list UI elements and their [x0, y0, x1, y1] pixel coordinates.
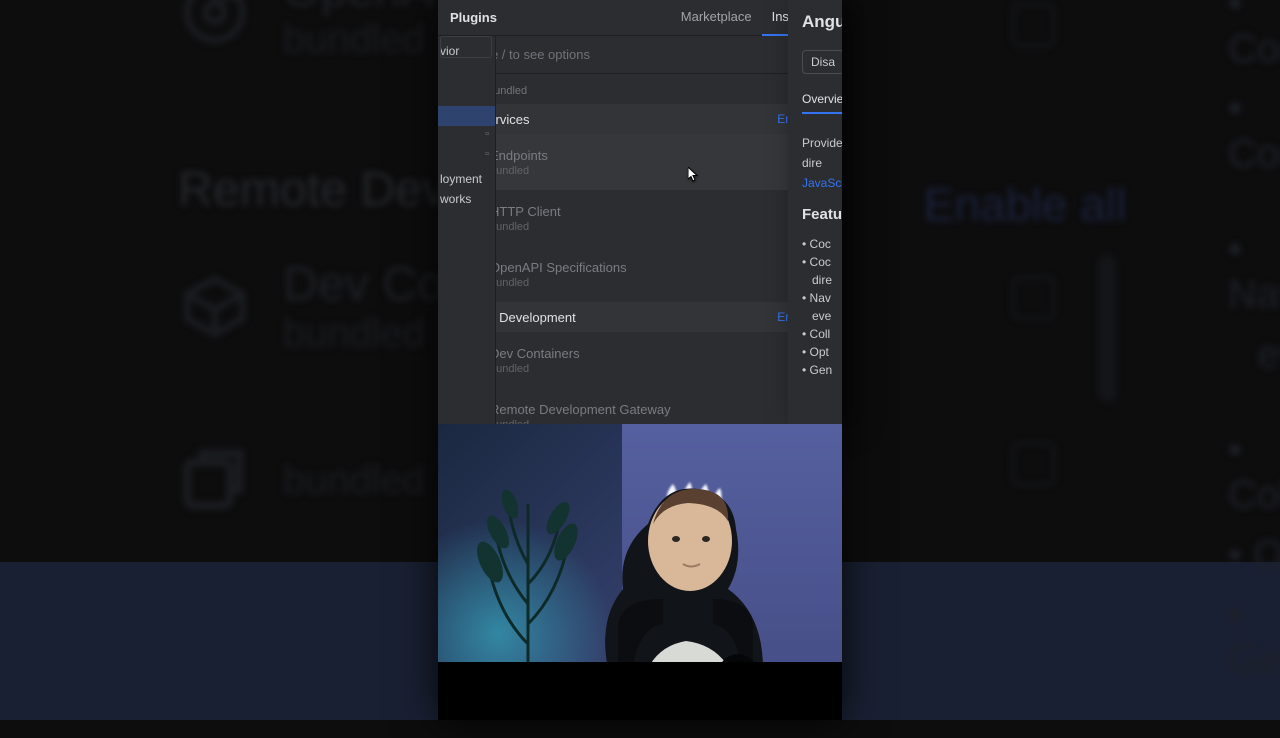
bg-checkbox: [1012, 3, 1056, 47]
bg-openapi-title: OpenA: [283, 0, 433, 18]
plugin-http-client[interactable]: HTTP Client bundled: [438, 190, 842, 246]
plugin-name: Endpoints: [490, 148, 802, 163]
bg-devc-title: Dev Co: [283, 255, 444, 312]
feature-item: dire: [802, 271, 842, 289]
bg-enable-all: Enable all: [923, 179, 1126, 232]
detail-link[interactable]: JavaSc: [802, 174, 842, 192]
plugin-sub: bundled: [490, 277, 802, 289]
bg-bundled2: bundled: [283, 312, 444, 357]
features-heading: Featu: [802, 206, 842, 223]
plugin-name: Dev Containers: [490, 346, 802, 361]
bg-scrollbar: [1098, 255, 1117, 402]
section-title: Microservices: [450, 112, 777, 127]
plugin-name: HTTP Client: [490, 204, 802, 219]
plugins-title: Plugins: [450, 10, 671, 25]
plugin-endpoints[interactable]: Endpoints bundled: [438, 134, 842, 190]
section-microservices: Microservices Enable all: [438, 104, 842, 134]
section-title: Remote Development: [450, 310, 777, 325]
expand-icon[interactable]: ▫: [485, 128, 489, 140]
bg-bullet-4: Coll: [1228, 473, 1280, 517]
bg-bundled3: bundled: [283, 458, 425, 503]
expand-icon[interactable]: ▫: [485, 148, 489, 160]
bg-bullet-1: Coc: [1228, 132, 1280, 176]
bg-checkbox2: [1012, 276, 1056, 320]
plugin-openapi[interactable]: OpenAPI Specifications bundled: [438, 246, 842, 302]
bg-bullet-6: Gen: [1228, 638, 1280, 682]
plugin-detail-fragment: Angu Disa Overview Provide dire JavaSc F…: [788, 0, 842, 424]
feature-item: • Opt: [802, 343, 842, 361]
plugins-header: Plugins Marketplace Installed: [438, 0, 842, 36]
plugin-sub: bundled: [490, 165, 802, 177]
feature-item: • Gen: [802, 361, 842, 379]
feature-item: eve: [802, 307, 842, 325]
bg-bullet-5: Opt: [1253, 533, 1280, 577]
detail-title: Angu: [802, 12, 842, 32]
detail-text: Provide: [802, 134, 842, 152]
sidebar-item-selected[interactable]: [438, 106, 495, 126]
plugin-name: OpenAPI Specifications: [490, 260, 802, 275]
settings-sidebar-fragment: vior ▫ ▫ loyment works: [438, 36, 496, 424]
search-bar: ⋮: [438, 36, 842, 74]
bg-bullet-2: Nav: [1228, 273, 1280, 317]
feature-item: • Nav: [802, 289, 842, 307]
plugin-name: Remote Development Gateway: [490, 402, 802, 417]
tab-marketplace[interactable]: Marketplace: [671, 0, 762, 36]
section-remote-dev: Remote Development Enable all: [438, 302, 842, 332]
feature-item: • Coll: [802, 325, 842, 343]
feature-item: • Coc: [802, 235, 842, 253]
bg-checkbox3: [1012, 442, 1056, 486]
tab-overview[interactable]: Overview: [802, 92, 842, 114]
bg-bullet-0: Coc: [1228, 27, 1280, 71]
bg-bullet-3: eve: [1257, 333, 1280, 377]
webcam-bottom-bar: [438, 662, 842, 720]
search-input[interactable]: [470, 47, 808, 62]
sidebar-item[interactable]: works: [438, 188, 471, 208]
plugin-sub: bundled: [490, 221, 802, 233]
prev-plugin-tail: bundled: [438, 74, 842, 104]
feature-item: • Coc: [802, 253, 842, 271]
mouse-cursor: [688, 167, 700, 183]
plugin-dev-containers[interactable]: Dev Containers bundled: [438, 332, 842, 388]
disable-button[interactable]: Disa: [802, 50, 842, 74]
bg-bundled: bundled: [283, 18, 433, 63]
sidebar-item[interactable]: loyment: [438, 168, 482, 188]
plugin-sub: bundled: [490, 363, 802, 375]
